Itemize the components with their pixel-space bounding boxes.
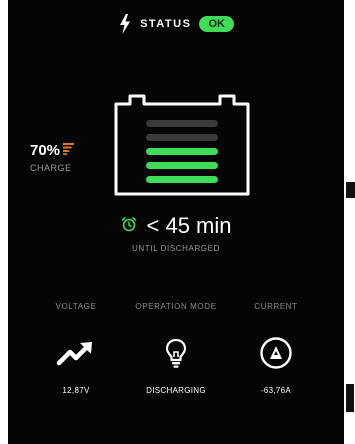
charge-indicator: 70% CHARGE	[30, 142, 75, 173]
battery-level-bar	[146, 134, 218, 141]
current-stat: CURRENT -63,76A	[216, 302, 336, 395]
cropped-edge-mark	[346, 384, 354, 412]
battery-status-panel: STATUS OK 70% CHARGE < 45 min UNTIL DISC…	[8, 0, 344, 444]
charge-level-icon	[63, 142, 75, 159]
ampere-icon	[216, 333, 336, 373]
status-header: STATUS OK	[8, 14, 344, 34]
current-value: -63,76A	[260, 386, 292, 395]
battery-graphic	[110, 90, 254, 205]
status-badge: OK	[199, 16, 234, 32]
time-remaining: < 45 min	[146, 213, 232, 238]
discharge-timer: < 45 min	[8, 213, 344, 239]
charge-label: CHARGE	[30, 163, 72, 173]
current-title: CURRENT	[254, 302, 298, 311]
charge-percent: 70%	[30, 142, 61, 159]
cropped-edge-mark	[346, 182, 355, 198]
timer-label: UNTIL DISCHARGED	[132, 244, 220, 253]
status-label: STATUS	[140, 18, 192, 30]
lightning-bolt-icon	[118, 14, 132, 34]
alarm-clock-icon	[121, 216, 137, 237]
battery-level-bar	[146, 176, 218, 183]
battery-level-bar	[146, 148, 218, 155]
battery-level-bar	[146, 162, 218, 169]
battery-level-bar	[146, 120, 218, 127]
